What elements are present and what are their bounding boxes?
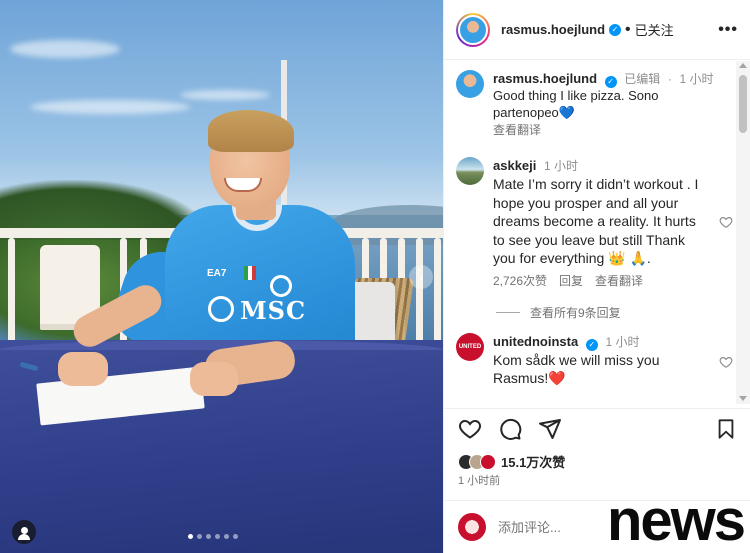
carousel-dot: [224, 534, 229, 539]
comment-time[interactable]: 1 小时: [605, 335, 639, 349]
comment-text: Mate I’m sorry it didn’t workout . I hop…: [493, 176, 699, 266]
post-action-bar: [444, 408, 750, 448]
verified-badge-icon: ✓: [585, 338, 598, 351]
comments-list[interactable]: rasmus.hoejlund ✓ 已编辑 · 1 小时 Good thing …: [444, 61, 737, 404]
author-avatar[interactable]: [456, 12, 490, 47]
comment-bubble-icon[interactable]: [498, 417, 522, 441]
carousel-dots: [188, 534, 238, 539]
news-watermark-logo: news: [606, 488, 746, 553]
verified-badge-icon: ✓: [604, 76, 617, 88]
caption-text: Good thing I like pizza. Sono partenopeo…: [493, 88, 659, 120]
translate-link[interactable]: 查看翻译: [595, 272, 643, 290]
post-photo[interactable]: EA7 MSC ›: [0, 0, 443, 553]
scroll-down-arrow-icon[interactable]: [739, 396, 747, 401]
separator-dot: ·: [667, 72, 672, 86]
next-image-button[interactable]: ›: [409, 265, 433, 289]
save-bookmark-icon[interactable]: [715, 418, 737, 440]
like-comment-heart-icon[interactable]: [719, 215, 733, 229]
commenter-avatar[interactable]: [456, 157, 484, 185]
comments-scrollbar[interactable]: [736, 61, 750, 404]
post-side-panel: rasmus.hoejlund ✓ • 已关注 ••• rasmus.hoejl…: [443, 0, 750, 553]
caption: rasmus.hoejlund ✓ 已编辑 · 1 小时 Good thing …: [444, 70, 737, 139]
verified-badge-icon: ✓: [609, 23, 622, 36]
view-replies-label: 查看所有9条回复: [530, 305, 621, 320]
reply-line: [496, 311, 520, 313]
italy-flag-badge: [244, 266, 256, 280]
right-hand: [190, 362, 238, 396]
carousel-dot: [188, 534, 193, 539]
scroll-thumb[interactable]: [739, 75, 747, 133]
caption-avatar[interactable]: [456, 70, 484, 98]
separator-dot: •: [625, 20, 631, 38]
comment-likes[interactable]: 2,726次赞: [493, 272, 547, 290]
caption-body: rasmus.hoejlund ✓ 已编辑 · 1 小时 Good thing …: [493, 70, 725, 139]
like-heart-icon[interactable]: [458, 417, 482, 441]
comment-time[interactable]: 1 小时: [544, 159, 578, 173]
share-send-icon[interactable]: [538, 417, 562, 441]
carousel-dot: [206, 534, 211, 539]
ea7-logo: EA7: [207, 268, 227, 279]
liker-avatar: [480, 453, 496, 470]
view-replies-link[interactable]: 查看所有9条回复: [496, 304, 737, 321]
comment-actions: 2,726次赞 回复 查看翻译: [493, 272, 699, 290]
comment-text: Kom sådk we will miss you Rasmus!❤️: [493, 351, 660, 387]
carousel-dot: [197, 534, 202, 539]
comment-item: askkeji 1 小时 Mate I’m sorry it didn’t wo…: [444, 157, 737, 290]
post-time-ago[interactable]: 1 小时前: [458, 472, 500, 488]
cloud: [30, 100, 190, 114]
author-username[interactable]: rasmus.hoejlund: [501, 22, 605, 37]
person-tag-icon[interactable]: [12, 520, 36, 544]
comment-body: askkeji 1 小时 Mate I’m sorry it didn’t wo…: [493, 157, 725, 290]
comment-username[interactable]: askkeji: [493, 158, 536, 173]
current-user-avatar: [458, 513, 486, 541]
cloud: [10, 40, 120, 58]
post-header: rasmus.hoejlund ✓ • 已关注 •••: [444, 0, 750, 60]
scroll-up-arrow-icon[interactable]: [739, 63, 747, 68]
commenter-avatar[interactable]: UNITED: [456, 332, 484, 361]
carousel-dot: [215, 534, 220, 539]
instagram-post-window: EA7 MSC › rasmus.hoejlund ✓ • 已关注 ••• ra…: [0, 0, 750, 553]
caption-translate-link[interactable]: 查看翻译: [493, 121, 725, 139]
following-button[interactable]: 已关注: [635, 20, 674, 39]
caption-username[interactable]: rasmus.hoejlund: [493, 71, 597, 86]
comment-body: unitednoinsta ✓ 1 小时 Kom sådk we will mi…: [493, 333, 725, 388]
edited-label: 已编辑: [624, 72, 661, 86]
sponsor-logo: MSC: [212, 296, 307, 325]
likes-summary[interactable]: 15.1万次赞: [458, 452, 565, 471]
likes-count[interactable]: 15.1万次赞: [501, 452, 565, 471]
baluster: [8, 238, 15, 348]
reply-button[interactable]: 回复: [559, 272, 583, 290]
carousel-dot: [233, 534, 238, 539]
comment-item: UNITED unitednoinsta ✓ 1 小时 Kom sådk we …: [444, 332, 737, 388]
comment-username[interactable]: unitednoinsta: [493, 334, 578, 349]
more-options-button[interactable]: •••: [718, 21, 738, 39]
player-hair: [208, 110, 294, 152]
caption-time[interactable]: 1 小时: [680, 72, 714, 86]
cloud: [180, 90, 270, 100]
like-comment-heart-icon[interactable]: [719, 355, 733, 369]
napoli-crest: [270, 275, 292, 297]
baluster: [434, 238, 441, 348]
left-hand: [58, 352, 108, 386]
baluster: [416, 238, 423, 348]
